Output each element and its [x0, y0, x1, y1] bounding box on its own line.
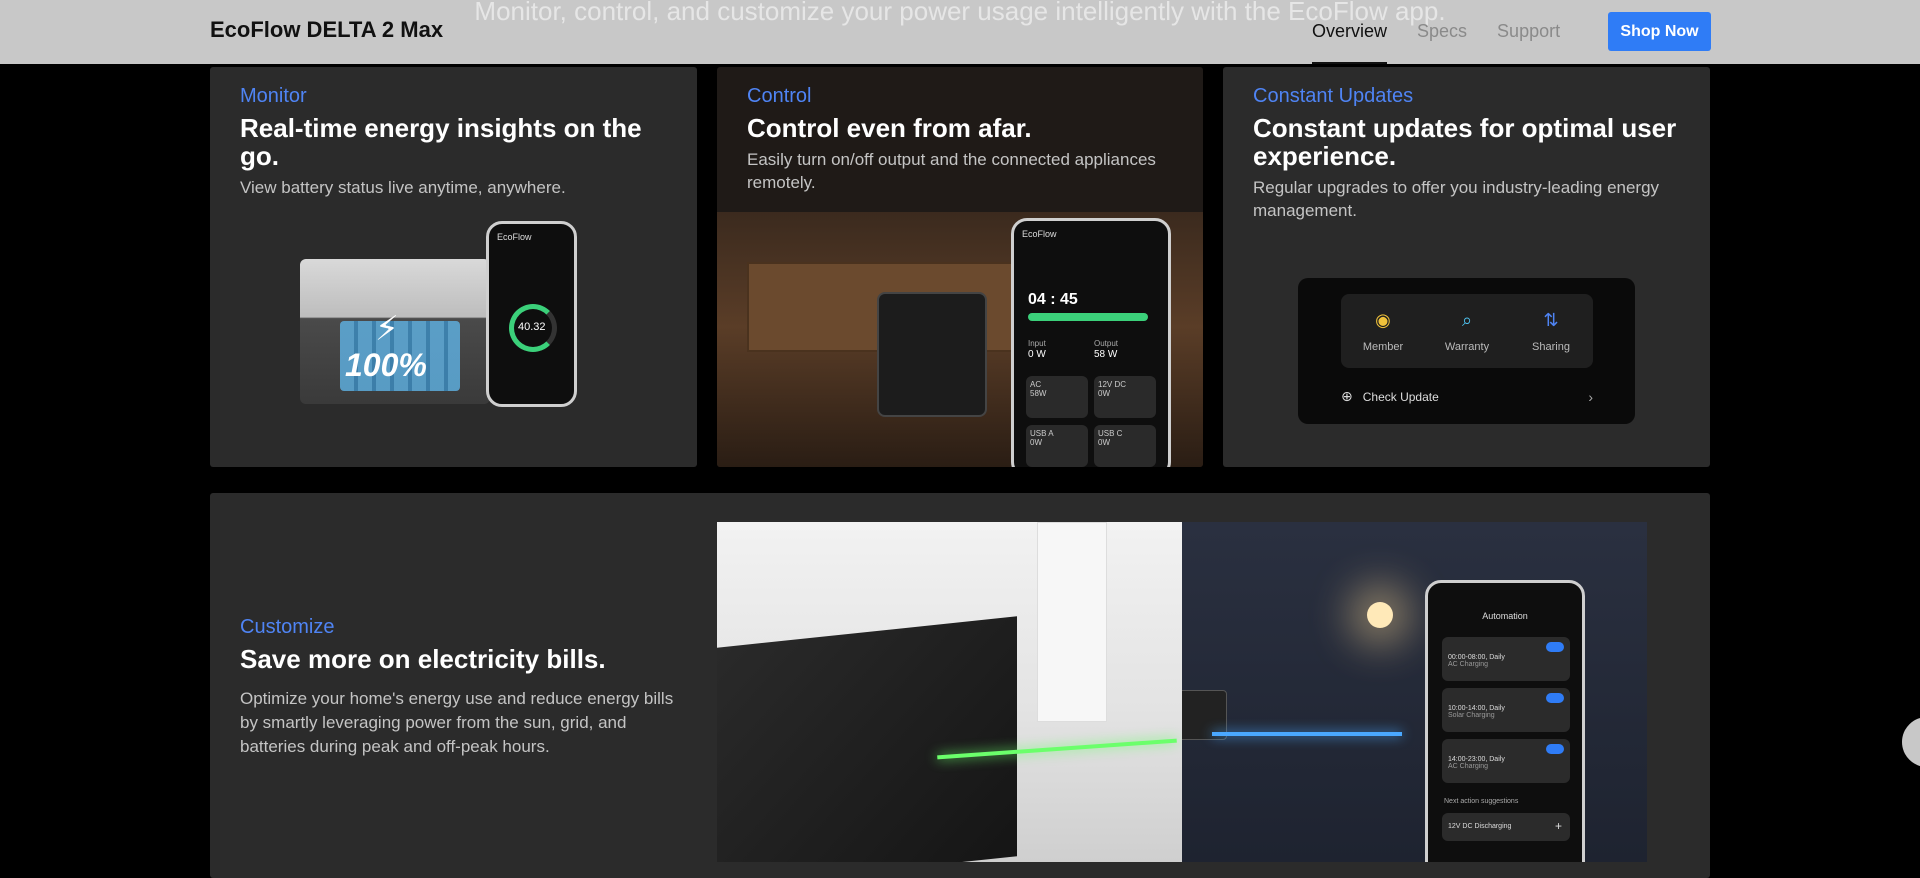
updates-description: Regular upgrades to offer you industry-l… — [1253, 178, 1660, 220]
monitor-description: View battery status live anytime, anywhe… — [240, 178, 566, 197]
tile-label: AC — [1030, 380, 1042, 389]
output-label: Output — [1094, 339, 1119, 348]
solar-panel-graphic — [717, 616, 1017, 862]
rule-toggle — [1546, 642, 1564, 652]
control-kicker: Control — [747, 85, 812, 107]
monitor-text: Monitor Real-time energy insights on the… — [240, 85, 680, 199]
remaining-time: 04 : 45 — [1028, 291, 1078, 308]
input-label: Input — [1028, 339, 1046, 348]
updates-text: Constant Updates Constant updates for op… — [1253, 85, 1693, 222]
warranty-item[interactable]: ⌕ Warranty — [1432, 309, 1502, 353]
updates-headline: Constant updates for optimal user experi… — [1253, 113, 1677, 171]
warranty-search-icon: ⌕ — [1461, 310, 1473, 330]
automation-rule: 10:00-14:00, Daily Solar Charging — [1442, 688, 1570, 732]
suggestion-item: 12V DC Discharging + — [1442, 813, 1570, 841]
coins-icon: ◉ — [1375, 310, 1391, 330]
customize-headline: Save more on electricity bills. — [240, 644, 606, 674]
power-station-photo — [877, 292, 987, 417]
sharing-label: Sharing — [1532, 341, 1570, 353]
fridge-graphic — [1037, 522, 1107, 722]
plus-icon: + — [1554, 819, 1562, 833]
customize-text: Customize Save more on electricity bills… — [240, 616, 680, 759]
control-phone-mockup: EcoFlow 04 : 45 Input 0 W Output 58 W AC… — [1011, 218, 1171, 467]
automation-rule: 14:00-23:00, Daily AC Charging — [1442, 739, 1570, 783]
night-room-photo: Automation 00:00-08:00, Daily AC Chargin… — [1182, 522, 1647, 862]
output-value: 58 W — [1094, 349, 1118, 360]
nav-support[interactable]: Support — [1497, 0, 1560, 64]
ac-output-tile: AC 58W — [1026, 376, 1088, 418]
control-headline: Control even from afar. — [747, 113, 1032, 143]
rule-toggle — [1546, 744, 1564, 754]
monitor-phone-mockup: EcoFlow 40.32 — [486, 221, 577, 407]
rule-mode: AC Charging — [1448, 763, 1489, 770]
warranty-label: Warranty — [1444, 341, 1490, 353]
app-shortcuts-row: ◉ Member ⌕ Warranty ⇅ Sharing — [1341, 294, 1593, 368]
rule-time: 14:00-23:00, Daily — [1448, 756, 1505, 763]
usba-output-tile: USB A 0W — [1026, 425, 1088, 467]
rule-time: 10:00-14:00, Daily — [1448, 705, 1505, 712]
battery-bar — [1028, 313, 1148, 321]
tile-value: 0W — [1098, 389, 1110, 398]
customize-card: Customize Save more on electricity bills… — [210, 493, 1710, 878]
tile-label: 12V DC — [1098, 380, 1127, 389]
rule-mode: Solar Charging — [1448, 712, 1495, 719]
automation-rule: 00:00-08:00, Daily AC Charging — [1442, 637, 1570, 681]
rule-mode: AC Charging — [1448, 661, 1489, 668]
power-station-image: ⚡ 100% — [300, 259, 490, 404]
automation-title: Automation — [1482, 611, 1528, 621]
tile-value: 58W — [1030, 389, 1047, 398]
tile-value: 0W — [1030, 438, 1042, 447]
input-value: 0 W — [1028, 349, 1046, 360]
sharing-item[interactable]: ⇅ Sharing — [1516, 309, 1586, 353]
battery-percent-label: 100% — [345, 347, 427, 383]
phone-app-title: EcoFlow — [1022, 229, 1057, 239]
monitor-kicker: Monitor — [240, 85, 307, 107]
member-item[interactable]: ◉ Member — [1348, 309, 1418, 353]
control-card: Control Control even from afar. Easily t… — [717, 67, 1203, 467]
automation-phone-mockup: Automation 00:00-08:00, Daily AC Chargin… — [1425, 580, 1585, 862]
tile-value: 0W — [1098, 438, 1110, 447]
suggestions-label: Next action suggestions — [1444, 798, 1519, 805]
rule-toggle — [1546, 693, 1564, 703]
solar-kitchen-photo — [717, 522, 1182, 862]
app-settings-panel: ◉ Member ⌕ Warranty ⇅ Sharing ⊕ Check Up… — [1298, 278, 1635, 424]
updates-kicker: Constant Updates — [1253, 85, 1414, 107]
rule-time: 00:00-08:00, Daily — [1448, 654, 1505, 661]
control-text: Control Control even from afar. Easily t… — [747, 85, 1187, 194]
member-label: Member — [1362, 341, 1404, 353]
dc-output-tile: 12V DC 0W — [1094, 376, 1156, 418]
nav-overview[interactable]: Overview — [1312, 0, 1388, 64]
lightning-bolt-icon: ⚡ — [375, 310, 399, 348]
customize-description: Optimize your home's energy use and redu… — [240, 689, 674, 756]
chevron-right-icon: › — [1588, 388, 1593, 405]
arrow-up-circle-icon: ⊕ — [1341, 388, 1353, 404]
phone-app-title: EcoFlow — [497, 232, 532, 242]
top-navigation-bar: Monitor, control, and customize your pow… — [0, 0, 1920, 64]
monitor-headline: Real-time energy insights on the go. — [240, 113, 642, 171]
lamp-graphic — [1367, 602, 1393, 628]
section-nav: Overview Specs Support — [1312, 0, 1590, 64]
nav-specs[interactable]: Specs — [1417, 0, 1467, 64]
customize-kicker: Customize — [240, 616, 335, 638]
check-update-label: Check Update — [1362, 389, 1439, 404]
blue-energy-flow — [1212, 732, 1402, 736]
check-update-row[interactable]: ⊕ Check Update › — [1341, 388, 1593, 405]
shop-now-button[interactable]: Shop Now — [1608, 12, 1711, 51]
sharing-icon: ⇅ — [1543, 310, 1559, 330]
usbc-output-tile: USB C 0W — [1094, 425, 1156, 467]
battery-ring-value: 40.32 — [518, 321, 546, 333]
monitor-card: Monitor Real-time energy insights on the… — [210, 67, 697, 467]
tile-label: USB C — [1098, 429, 1123, 438]
control-description: Easily turn on/off output and the connec… — [747, 150, 1156, 192]
tile-label: USB A — [1030, 429, 1054, 438]
updates-card: Constant Updates Constant updates for op… — [1223, 67, 1710, 467]
suggestion-text: 12V DC Discharging — [1448, 823, 1512, 830]
collapse-side-tab[interactable]: ‹ — [1902, 717, 1920, 767]
product-title[interactable]: EcoFlow DELTA 2 Max — [210, 17, 443, 43]
